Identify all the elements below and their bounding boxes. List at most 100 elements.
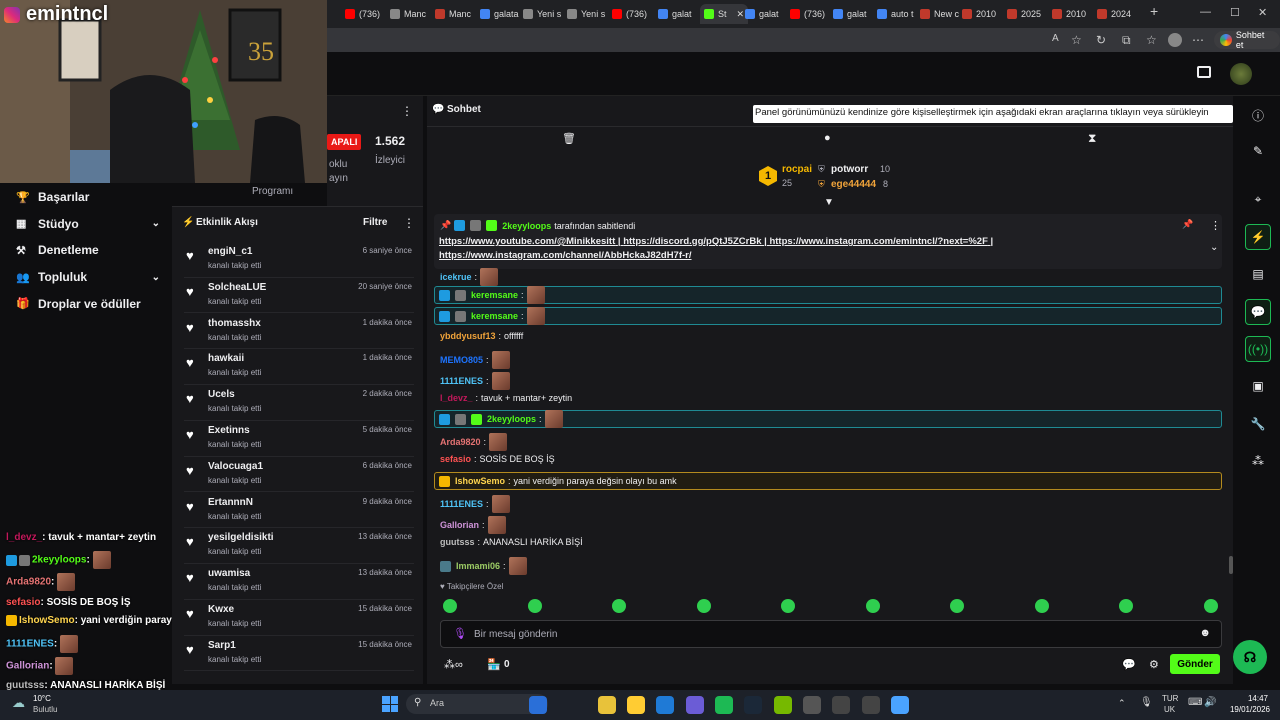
chat-username[interactable]: keremsane: [471, 311, 518, 321]
quick-emote-icon[interactable]: [696, 599, 711, 613]
browser-tab[interactable]: Yeni s: [523, 4, 561, 24]
store-icon[interactable]: 🏪: [487, 658, 501, 671]
activity-filter-button[interactable]: Filtre: [363, 217, 387, 228]
epic-games-icon[interactable]: [832, 696, 850, 714]
windows-start-icon[interactable]: [382, 696, 398, 712]
activity-username[interactable]: yesilgeldisikti: [208, 532, 274, 543]
browser-app-icon[interactable]: [891, 696, 909, 714]
browser-tab[interactable]: (736): [345, 4, 380, 24]
leaderboard-user-1[interactable]: rocpai: [782, 164, 812, 175]
tab-close-icon[interactable]: ✕: [737, 9, 745, 20]
chat-settings-bubble-icon[interactable]: 💬: [1122, 658, 1136, 671]
volume-icon[interactable]: 🔊: [1204, 697, 1216, 708]
browser-tab[interactable]: New c: [920, 4, 959, 24]
unpin-icon[interactable]: 📌: [1182, 219, 1193, 230]
user-avatar[interactable]: [1230, 63, 1252, 85]
browser-tab[interactable]: auto t: [877, 4, 914, 24]
browser-tab[interactable]: 2010: [1052, 4, 1086, 24]
file-explorer-icon[interactable]: [529, 696, 547, 714]
chat-username[interactable]: ybddyusuf13: [440, 331, 496, 341]
browser-tab[interactable]: 2025: [1007, 4, 1041, 24]
chat-username[interactable]: Gallorian: [440, 520, 479, 530]
chat-username[interactable]: l_devz_: [440, 393, 473, 403]
activity-username[interactable]: uwamisa: [208, 568, 250, 579]
activity-item[interactable]: ♥ SolcheaLUE kanalı takip etti 20 saniye ön…: [184, 278, 414, 314]
lightning-panel-icon[interactable]: ⚡: [1245, 224, 1271, 250]
maximize-icon[interactable]: ☐: [1230, 6, 1240, 19]
activity-item[interactable]: ♥ Sarp1 kanalı takip etti 15 dakika önce: [184, 636, 414, 672]
activity-item[interactable]: ♥ hawkaii kanalı takip etti 1 dakika önce: [184, 349, 414, 385]
channel-points-icon[interactable]: ⁂∞: [444, 658, 463, 671]
browser-tab[interactable]: galat: [833, 4, 867, 24]
pinned-link-instagram[interactable]: https://www.instagram.com/emintncl/?next…: [769, 236, 987, 247]
chat-username[interactable]: guutsss: [440, 537, 475, 547]
browser-tab[interactable]: (736): [612, 4, 647, 24]
microphone-icon[interactable]: 🎙: [453, 627, 467, 640]
emoji-picker-icon[interactable]: ☻: [1199, 627, 1211, 639]
chat-username[interactable]: 2keyyloops: [487, 414, 536, 424]
activity-username[interactable]: thomasshx: [208, 318, 261, 329]
support-chat-icon[interactable]: ☊: [1233, 640, 1267, 674]
send-button[interactable]: Gönder: [1170, 654, 1220, 674]
chat-username[interactable]: sefasio: [440, 454, 471, 464]
nvidia-icon[interactable]: [774, 696, 792, 714]
quick-emote-icon[interactable]: [781, 599, 795, 613]
share-icon[interactable]: ⁂: [1245, 448, 1271, 474]
chevron-down-icon[interactable]: ⌄: [152, 272, 160, 283]
chat-username[interactable]: 1111ENES: [440, 376, 483, 386]
broadcast-icon[interactable]: ((•)): [1245, 336, 1271, 362]
notes-icon[interactable]: ▤: [1245, 261, 1271, 287]
activity-item[interactable]: ♥ yesilgeldisikti kanalı takip etti 13 daki…: [184, 528, 414, 564]
extensions-icon[interactable]: ⧉: [1122, 33, 1131, 48]
pinned-link-instagram-channel[interactable]: https://www.instagram.com/channel/AbbHck…: [439, 250, 692, 261]
pinned-by-user[interactable]: 2keyyloops: [502, 221, 551, 231]
favorites-icon[interactable]: ☆: [1146, 33, 1157, 47]
spotify-icon[interactable]: [715, 696, 733, 714]
settings-gear-icon[interactable]: ⚙: [1149, 658, 1159, 671]
browser-tab[interactable]: St ✕: [700, 4, 749, 24]
quick-emote-icon[interactable]: [1034, 599, 1049, 613]
sidebar-item[interactable]: ⚒ Denetleme: [0, 237, 172, 264]
copilot-app-icon[interactable]: [598, 696, 616, 714]
mic-tray-icon[interactable]: 🎙: [1140, 697, 1153, 708]
chat-username[interactable]: IshowSemo: [455, 476, 505, 486]
taskbar-search[interactable]: ⚲ Ara: [406, 694, 548, 714]
chat-username[interactable]: Arda9820: [440, 437, 481, 447]
chat-input[interactable]: 🎙 Bir mesaj gönderin ☻: [440, 620, 1222, 648]
pinned-collapse-icon[interactable]: ⌄: [1210, 242, 1218, 253]
quick-emote-icon[interactable]: [527, 599, 542, 613]
activity-username[interactable]: Kwxe: [208, 604, 234, 615]
lang-primary[interactable]: TUR: [1162, 694, 1178, 703]
leaderboard-user-3[interactable]: ege44444: [831, 179, 876, 190]
layout-icon[interactable]: ▣: [1245, 373, 1271, 399]
pinned-link-discord[interactable]: https://discord.gg/pQtJ5ZCrBk: [623, 236, 761, 247]
edge-icon[interactable]: [656, 696, 674, 714]
chat-username[interactable]: Immami06: [456, 561, 500, 571]
refresh-icon[interactable]: ↻: [1096, 33, 1106, 47]
browser-tab[interactable]: Manc: [435, 4, 471, 24]
activity-username[interactable]: Valocuaga1: [208, 461, 263, 472]
wrench-icon[interactable]: 🔧: [1245, 411, 1271, 437]
chevron-down-icon[interactable]: ⌄: [152, 218, 160, 229]
chat-username[interactable]: MEMO805: [440, 355, 483, 365]
pencil-icon[interactable]: ✎: [1245, 138, 1271, 164]
activity-username[interactable]: engiN_c1: [208, 246, 252, 257]
tray-chevron-icon[interactable]: ⌃: [1118, 698, 1126, 709]
activity-username[interactable]: Exetinns: [208, 425, 250, 436]
screen-share-icon[interactable]: [1197, 66, 1211, 78]
profile-avatar-icon[interactable]: [1168, 33, 1182, 47]
chat-username[interactable]: keremsane: [471, 290, 518, 300]
copilot-chat-button[interactable]: Sohbet et: [1214, 30, 1280, 50]
activity-username[interactable]: Sarp1: [208, 640, 236, 651]
browser-tab[interactable]: (736): [790, 4, 825, 24]
browser-tab[interactable]: galata: [480, 4, 519, 24]
quick-emote-icon[interactable]: [612, 599, 626, 613]
clock-date[interactable]: 19/01/2026: [1224, 705, 1270, 714]
activity-item[interactable]: ♥ Ucels kanalı takip etti 2 dakika önce: [184, 385, 414, 421]
sidebar-item[interactable]: 👥 Topluluk ⌄: [0, 264, 172, 291]
activity-username[interactable]: hawkaii: [208, 353, 244, 364]
chat-username[interactable]: icekrue: [440, 272, 472, 282]
clock-time[interactable]: 14:47: [1226, 694, 1268, 703]
quick-emote-icon[interactable]: [443, 599, 457, 613]
browser-tab[interactable]: Manc: [390, 4, 426, 24]
